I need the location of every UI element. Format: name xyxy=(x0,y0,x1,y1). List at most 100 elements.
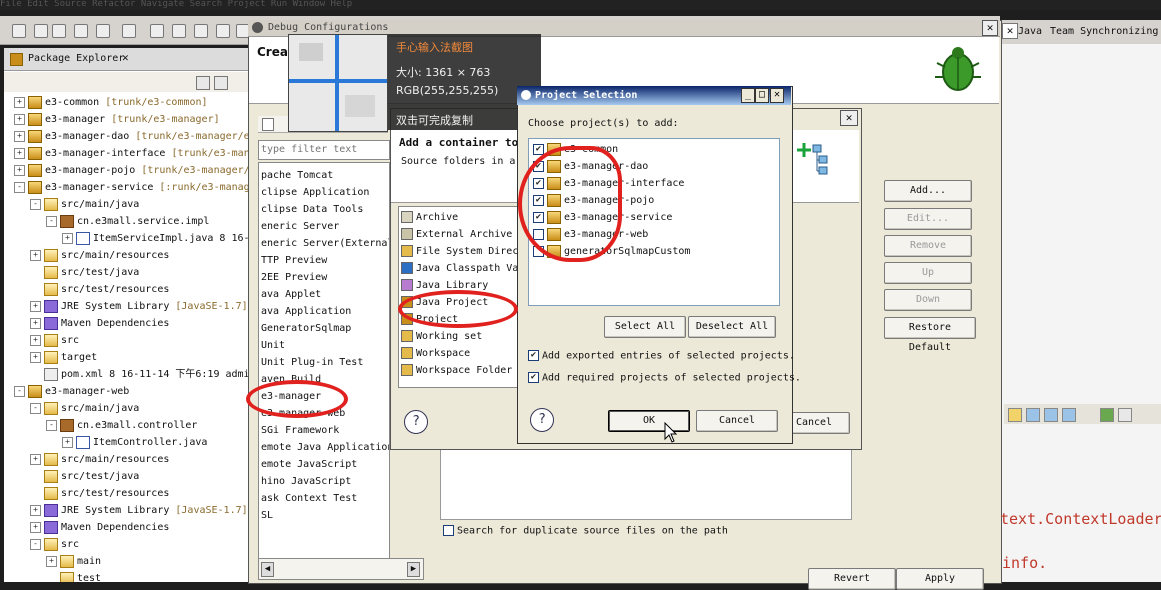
project-checkbox[interactable]: ✔ xyxy=(533,194,544,206)
down-button[interactable]: Down xyxy=(884,289,972,311)
tree-item[interactable]: + main xyxy=(46,553,101,570)
container-type-item[interactable]: External Archive xyxy=(401,226,512,243)
expand-icon[interactable]: + xyxy=(30,249,41,261)
print-icon[interactable] xyxy=(52,24,66,38)
project-item[interactable]: ✔ e3-manager-pojo xyxy=(533,192,654,209)
project-item[interactable]: ✔ e3-manager-dao xyxy=(533,158,648,175)
config-type-item[interactable]: emote Java Application xyxy=(261,439,389,456)
expand-icon[interactable]: + xyxy=(30,504,41,516)
tree-item[interactable]: + JRE System Library [JavaSE-1.7] xyxy=(30,298,248,315)
config-type-item[interactable]: 2EE Preview xyxy=(261,269,327,286)
config-type-item[interactable]: clipse Application xyxy=(261,184,369,201)
expand-icon[interactable]: + xyxy=(30,521,41,533)
search-icon[interactable] xyxy=(122,24,136,38)
expand-icon[interactable]: + xyxy=(30,351,41,363)
tree-item[interactable]: +src/test/java xyxy=(30,264,139,281)
help-icon[interactable]: ? xyxy=(404,410,428,434)
restore-default-button[interactable]: Restore Default xyxy=(884,317,976,353)
tree-item[interactable]: + JRE System Library [JavaSE-1.7] xyxy=(30,502,248,519)
config-type-item[interactable]: clipse Data Tools xyxy=(261,201,363,218)
project-checkbox[interactable]: ✔ xyxy=(533,160,544,172)
tree-item[interactable]: + e3-manager-pojo [trunk/e3-manager/e3 xyxy=(14,162,248,179)
tree-item[interactable]: - cn.e3mall.controller xyxy=(46,417,197,434)
select-all-button[interactable]: Select All xyxy=(604,316,686,338)
tree-item[interactable]: + src xyxy=(30,332,79,349)
filter-input[interactable] xyxy=(261,142,383,156)
config-type-item[interactable]: TTP Preview xyxy=(261,252,327,269)
config-type-item[interactable]: ask Context Test xyxy=(261,490,357,507)
expand-icon[interactable]: + xyxy=(30,300,41,312)
tree-item[interactable]: +src/test/resources xyxy=(30,281,169,298)
expand-icon[interactable]: + xyxy=(30,317,41,329)
config-type-item[interactable]: eneric Server(External L xyxy=(261,235,389,252)
scroll-left-icon[interactable]: ◀ xyxy=(261,562,274,577)
config-type-item[interactable]: Unit xyxy=(261,337,285,354)
project-item[interactable]: ✔ e3-common xyxy=(533,141,618,158)
container-type-item[interactable]: Java Classpath Var xyxy=(401,260,517,277)
help-icon[interactable]: ? xyxy=(530,408,554,432)
config-type-item[interactable]: pache Tomcat xyxy=(261,167,333,184)
config-type-item[interactable]: hino JavaScript xyxy=(261,473,351,490)
close-icon[interactable]: ✕ xyxy=(770,88,784,103)
save-icon[interactable] xyxy=(34,24,48,38)
tree-item[interactable]: + e3-manager-interface [trunk/e3-manage xyxy=(14,145,248,162)
project-checkbox[interactable] xyxy=(533,245,544,257)
tree-item[interactable]: + ItemServiceImpl.java 8 16-1 xyxy=(62,230,248,247)
add-exported-checkbox[interactable]: ✔ xyxy=(528,350,539,361)
project-item[interactable]: e3-manager-web xyxy=(533,226,648,243)
project-checkbox[interactable]: ✔ xyxy=(533,143,544,155)
revert-button[interactable]: Revert xyxy=(808,568,896,590)
container-type-item[interactable]: Java Library xyxy=(401,277,488,294)
close-tab-icon[interactable]: ✕ xyxy=(122,51,129,64)
tree-item[interactable]: - src/main/java xyxy=(30,196,139,213)
tree-item[interactable]: - e3-manager-web xyxy=(14,383,129,400)
expand-icon[interactable]: + xyxy=(14,96,25,108)
collapse-icon[interactable]: - xyxy=(14,385,25,397)
tree-item[interactable]: + target xyxy=(30,349,97,366)
config-type-item[interactable]: e3-manager-web xyxy=(261,405,345,422)
project-item[interactable]: ✔ e3-manager-service xyxy=(533,209,672,226)
console-icon-2[interactable] xyxy=(1026,408,1040,422)
config-type-item[interactable]: aven Build xyxy=(261,371,321,388)
tree-item[interactable]: + e3-manager [trunk/e3-manager] xyxy=(14,111,220,128)
console-icon[interactable] xyxy=(1008,408,1022,422)
expand-icon[interactable]: + xyxy=(46,555,57,567)
project-checkbox[interactable]: ✔ xyxy=(533,211,544,223)
perspective-java[interactable]: Java xyxy=(1018,26,1042,37)
tool-icon[interactable] xyxy=(150,24,164,38)
console-icon-6[interactable] xyxy=(1118,408,1132,422)
collapse-icon[interactable]: - xyxy=(30,198,41,210)
container-type-item[interactable]: Archive xyxy=(401,209,458,226)
expand-icon[interactable]: + xyxy=(62,232,73,244)
cancel-button[interactable]: Cancel xyxy=(696,410,778,432)
new-config-icon[interactable] xyxy=(262,118,274,131)
expand-icon[interactable]: + xyxy=(14,164,25,176)
config-type-item[interactable]: SGi Framework xyxy=(261,422,339,439)
project-item[interactable]: ✔ e3-manager-interface xyxy=(533,175,684,192)
minimize-icon[interactable]: _ xyxy=(741,88,755,103)
tree-item[interactable]: +pom.xml 8 16-11-14 下午6:19 admi xyxy=(30,366,248,383)
config-type-item[interactable]: ava Applet xyxy=(261,286,321,303)
config-type-item[interactable]: emote JavaScript xyxy=(261,456,357,473)
close-icon[interactable]: ✕ xyxy=(1002,23,1018,39)
expand-icon[interactable]: + xyxy=(30,453,41,465)
tree-item[interactable]: + ItemController.java xyxy=(62,434,207,451)
tool-icon-4[interactable] xyxy=(216,24,230,38)
add-button[interactable]: Add... xyxy=(884,180,972,202)
perspective-team[interactable]: Team Synchronizing xyxy=(1050,26,1158,37)
config-type-item[interactable]: Unit Plug-in Test xyxy=(261,354,363,371)
project-item[interactable]: generatorSqlmapCustom xyxy=(533,243,690,260)
remove-button[interactable]: Remove xyxy=(884,235,972,257)
close-icon[interactable]: ✕ xyxy=(982,20,998,36)
run-icon[interactable] xyxy=(74,24,88,38)
deselect-all-button[interactable]: Deselect All xyxy=(688,316,776,338)
tree-item[interactable]: +test xyxy=(46,570,101,582)
project-checkbox[interactable] xyxy=(533,228,544,240)
tree-item[interactable]: + Maven Dependencies xyxy=(30,315,169,332)
search-duplicates-checkbox[interactable] xyxy=(443,525,454,536)
close-icon[interactable]: ✕ xyxy=(840,110,858,126)
tool-icon-2[interactable] xyxy=(172,24,186,38)
tool-icon-3[interactable] xyxy=(194,24,208,38)
up-button[interactable]: Up xyxy=(884,262,972,284)
container-type-item[interactable]: File System Direct xyxy=(401,243,517,260)
